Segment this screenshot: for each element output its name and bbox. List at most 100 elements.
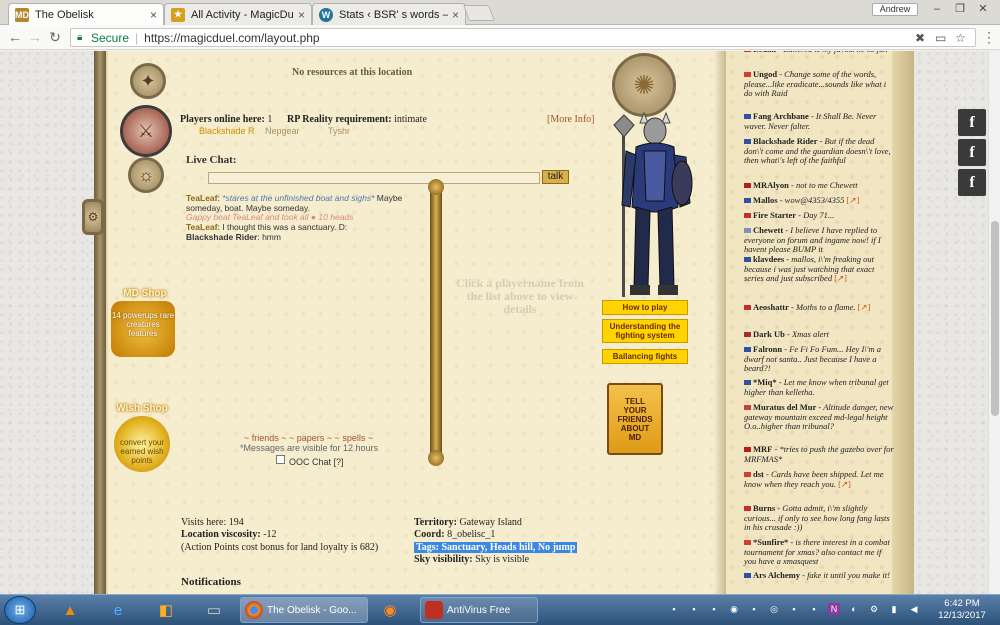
creatures-orb-button[interactable]: ☼: [128, 157, 164, 193]
activity-author[interactable]: *Sunfire*: [753, 537, 788, 547]
bookmark-star-icon[interactable]: ☆: [955, 31, 966, 45]
activity-author[interactable]: Chewett: [753, 225, 783, 235]
extension-icon[interactable]: ✖: [915, 31, 925, 45]
tab-stats[interactable]: W Stats ‹ BSR' s words — W ×: [312, 3, 466, 25]
ballancing-fights-button[interactable]: Ballancing fights: [602, 349, 688, 364]
file-explorer-icon[interactable]: ▭: [196, 597, 232, 623]
activity-message: - Moths to a flame.: [791, 302, 856, 312]
network-icon[interactable]: ▮: [888, 603, 900, 615]
cast-icon[interactable]: ▭: [935, 31, 946, 45]
volume-icon[interactable]: ◀: [908, 603, 920, 615]
compass-orb[interactable]: ✺: [612, 53, 676, 117]
facebook-share-icon[interactable]: f: [958, 169, 986, 196]
activity-author[interactable]: MRAlyon: [753, 180, 789, 190]
player-link-blackshade[interactable]: Blackshade R: [199, 126, 255, 136]
ooc-chat-checkbox[interactable]: [276, 455, 285, 464]
tray-icon[interactable]: ▪: [688, 603, 700, 615]
page-scrollbar[interactable]: [988, 51, 1000, 594]
map-orb-button[interactable]: ✦: [130, 63, 166, 99]
window-close-icon[interactable]: ✕: [972, 2, 994, 17]
tray-icon[interactable]: ▪: [708, 603, 720, 615]
external-link-icon[interactable]: [↗]: [847, 195, 860, 205]
player-link-tyshr[interactable]: Tyshr: [328, 126, 350, 136]
tray-icon[interactable]: ◎: [768, 603, 780, 615]
tray-icon[interactable]: ▪: [788, 603, 800, 615]
chat-author[interactable]: TeaLeaf: [186, 193, 218, 203]
fighting-system-button[interactable]: Understanding the fighting system: [602, 319, 688, 343]
activity-author[interactable]: Fang Archbane: [753, 111, 809, 121]
internet-explorer-icon[interactable]: e: [100, 597, 136, 623]
external-link-icon[interactable]: [↗]: [858, 302, 871, 312]
activity-author[interactable]: *Miq*: [753, 377, 777, 387]
tray-icon[interactable]: ▪: [668, 603, 680, 615]
activity-item: Fang Archbane - It Shall Be. Never waver…: [744, 111, 894, 131]
fight-orb-button[interactable]: ⚔: [120, 105, 172, 157]
activity-author[interactable]: dst: [753, 469, 764, 479]
taskbar-task-chrome[interactable]: The Obelisk - Goo...: [240, 597, 368, 623]
country-flag-icon: [744, 72, 751, 77]
activity-author[interactable]: MRF: [753, 444, 772, 454]
activity-author[interactable]: Muratus del Mur: [753, 402, 816, 412]
ooc-chat-label[interactable]: OOC Chat [?]: [289, 457, 344, 467]
activity-author[interactable]: Blackshade Rider: [753, 136, 817, 146]
chat-input[interactable]: [208, 172, 540, 184]
onenote-icon[interactable]: N: [828, 603, 840, 615]
more-info-link[interactable]: [More Info]: [547, 114, 594, 125]
back-icon[interactable]: ←: [6, 29, 24, 47]
close-icon[interactable]: ×: [452, 8, 459, 22]
chat-author[interactable]: Blackshade Rider: [186, 232, 257, 242]
vlc-icon[interactable]: ▲: [52, 597, 88, 623]
scrollbar-thumb[interactable]: [991, 221, 999, 416]
address-separator: |: [135, 30, 139, 45]
live-chat-label: Live Chat:: [186, 154, 237, 166]
activity-author[interactable]: Burns: [753, 503, 775, 513]
activity-author[interactable]: Ledah: [753, 51, 776, 54]
external-link-icon[interactable]: [↗]: [838, 479, 851, 489]
start-button[interactable]: ⊞: [4, 596, 36, 624]
clock[interactable]: 6:42 PM 12/13/2017: [936, 598, 988, 622]
facebook-like-icon[interactable]: f: [958, 109, 986, 136]
taskbar-task-antivirus[interactable]: AntiVirus Free: [420, 597, 538, 623]
how-to-play-button[interactable]: How to play: [602, 300, 688, 315]
tray-icon[interactable]: ⚙: [868, 603, 880, 615]
activity-author[interactable]: Dark Ub: [753, 329, 785, 339]
tray-icon[interactable]: ◉: [728, 603, 740, 615]
menu-icon[interactable]: ⋮: [980, 29, 998, 47]
click-playername-hint: Click a playername from the list above t…: [455, 276, 585, 316]
tab-all-activity[interactable]: ★ All Activity - MagicDuel F ×: [164, 3, 312, 25]
activity-author[interactable]: Aeoshattr: [753, 302, 789, 312]
md-shop-button[interactable]: MD Shop 14 powerups rare creatures featu…: [111, 288, 179, 366]
close-icon[interactable]: ×: [298, 8, 305, 22]
reload-icon[interactable]: ↻: [46, 29, 64, 47]
chat-author[interactable]: TeaLeaf: [186, 222, 218, 232]
profile-button[interactable]: Andrew: [872, 3, 918, 16]
friends-papers-spells-links[interactable]: ~ friends ~ ~ papers ~ ~ spells ~: [244, 433, 373, 443]
activity-author[interactable]: Ungod: [753, 69, 777, 79]
activity-author[interactable]: Fire Starter: [753, 210, 796, 220]
new-tab-button[interactable]: [463, 5, 495, 21]
talk-button[interactable]: talk: [542, 170, 569, 184]
firefox-icon[interactable]: ◉: [372, 597, 408, 623]
external-link-icon[interactable]: [↗]: [834, 273, 847, 283]
lever-button[interactable]: ⚙: [82, 199, 104, 235]
forward-icon[interactable]: →: [26, 29, 44, 47]
tray-icon[interactable]: ▪: [748, 603, 760, 615]
activity-panel-edge: [892, 51, 914, 594]
minimize-icon[interactable]: –: [926, 2, 948, 17]
player-link-nepgear[interactable]: Nepgear: [265, 126, 300, 136]
close-icon[interactable]: ×: [150, 8, 157, 22]
activity-author[interactable]: klavdees: [753, 254, 784, 264]
knight-character[interactable]: [600, 111, 696, 303]
activity-author[interactable]: Mallos: [753, 195, 778, 205]
address-bar[interactable]: 🔒︎ Secure | https://magicduel.com/layout…: [70, 28, 976, 47]
tab-the-obelisk[interactable]: MD The Obelisk ×: [8, 3, 164, 25]
tray-icon[interactable]: ◐: [848, 603, 860, 615]
wish-shop-button[interactable]: Wish Shop convert your earned wish point…: [108, 403, 176, 493]
activity-author[interactable]: Ars Alchemy: [753, 570, 800, 580]
tray-icon[interactable]: ▪: [808, 603, 820, 615]
maximize-icon[interactable]: ❐: [949, 2, 971, 17]
facebook-icon[interactable]: f: [958, 139, 986, 166]
tell-friends-button[interactable]: TELL YOUR FRIENDS ABOUT MD: [607, 383, 663, 455]
activity-author[interactable]: Falronn: [753, 344, 782, 354]
outlook-icon[interactable]: ◧: [148, 597, 184, 623]
